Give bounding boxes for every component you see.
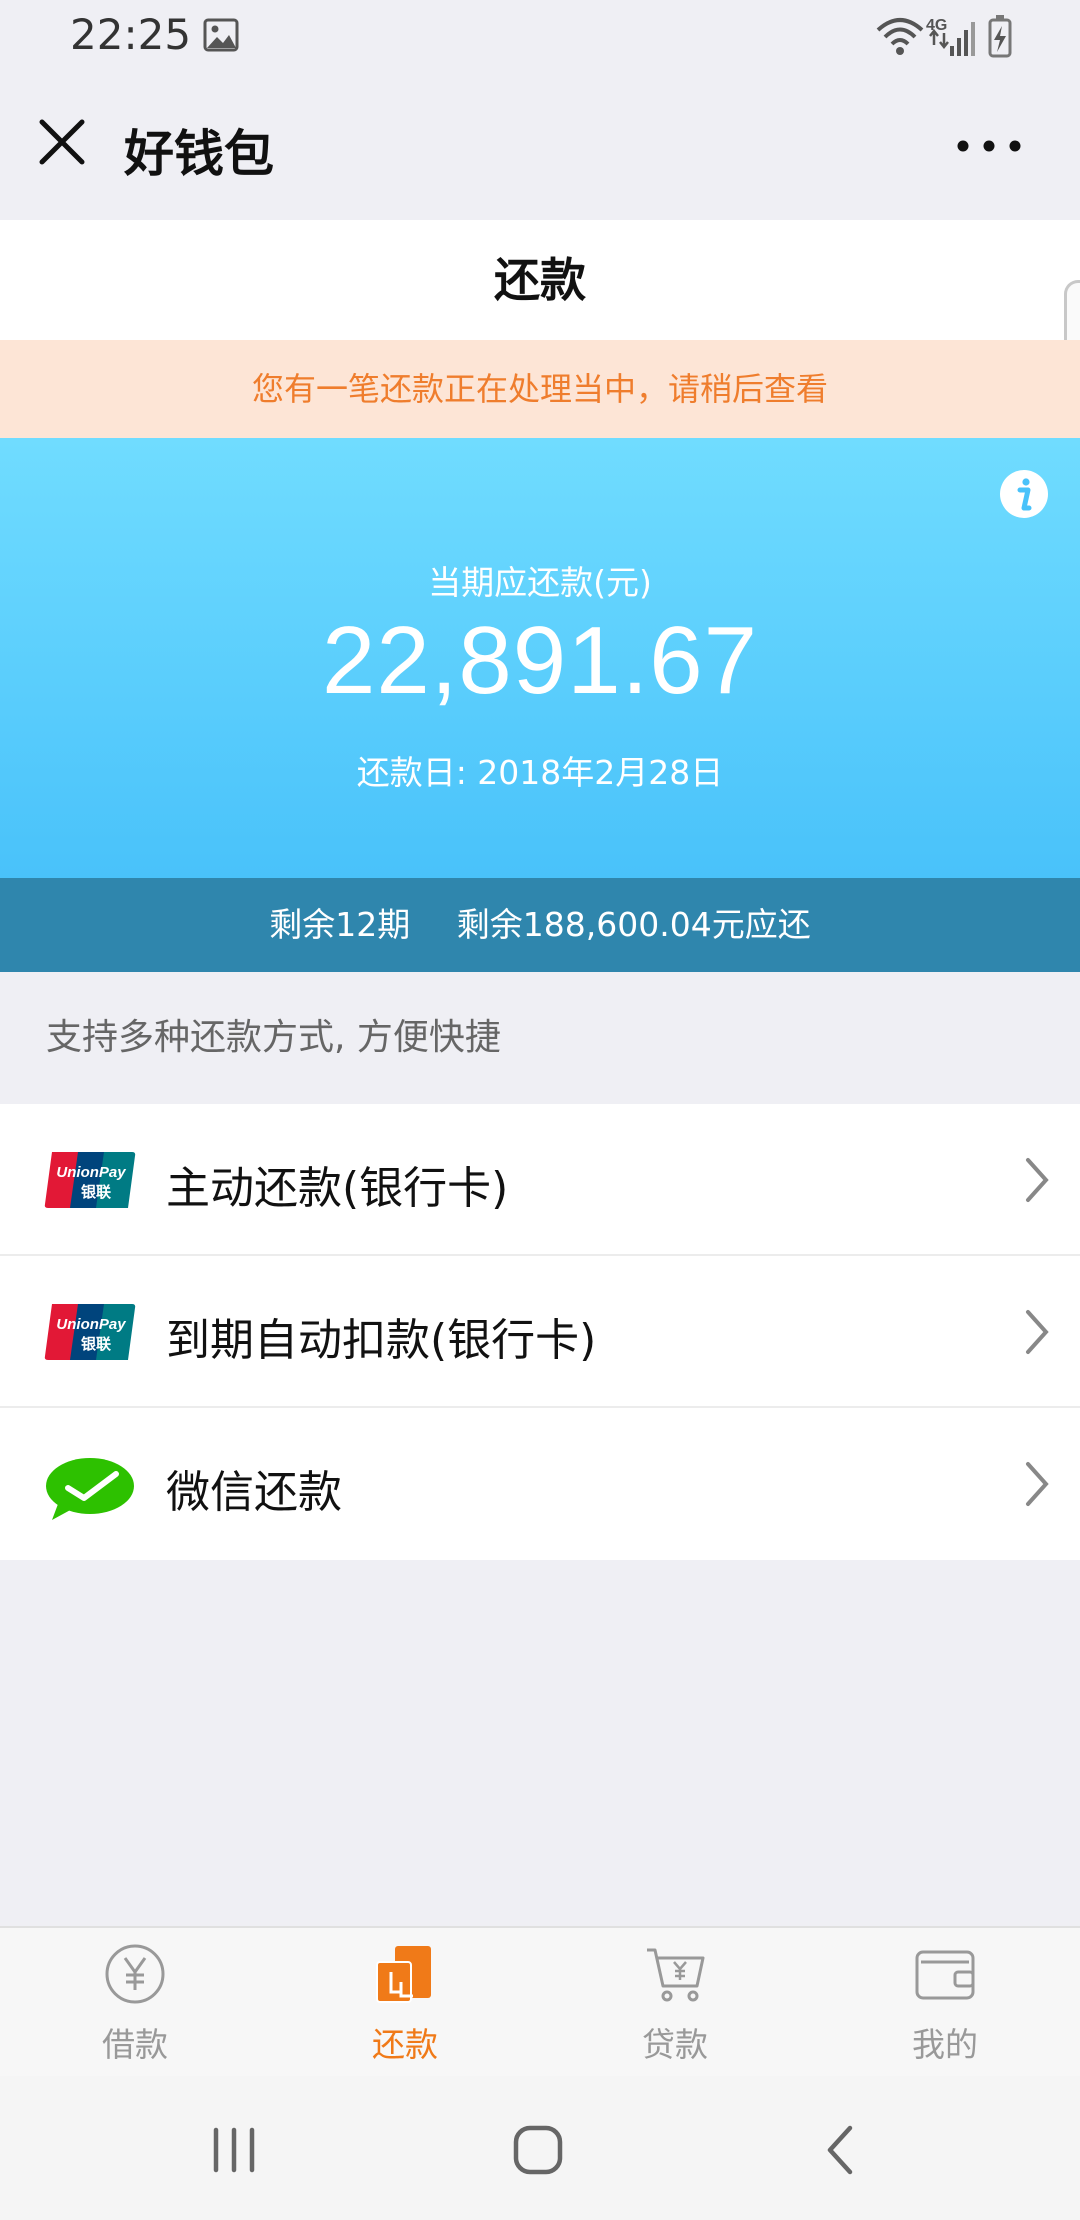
tab-label: 贷款 xyxy=(642,2025,708,2064)
wechat-icon xyxy=(46,1458,134,1520)
tab-mine[interactable]: 我的 xyxy=(810,1928,1080,2078)
page-title: 还款 xyxy=(494,253,586,307)
method-item-active-repay[interactable]: UnionPay 银联 主动还款(银行卡) xyxy=(0,1104,1080,1256)
repay-icon xyxy=(376,1946,431,2003)
amount-value: 22,891.67 xyxy=(321,607,759,714)
tab-borrow[interactable]: 借款 xyxy=(0,1928,270,2078)
app-header: 好钱包 xyxy=(0,74,1080,220)
method-label: 到期自动扣款(银行卡) xyxy=(166,1315,597,1366)
svg-text:UnionPay: UnionPay xyxy=(56,1316,126,1333)
svg-text:4G: 4G xyxy=(926,17,947,34)
page-title-bar: 还款 xyxy=(0,220,1080,340)
close-icon[interactable] xyxy=(34,114,90,170)
remaining-periods: 剩余12期 xyxy=(269,905,411,944)
repayment-card: 当期应还款(元) 22,891.67 还款日: 2018年2月28日 xyxy=(0,438,1080,878)
tab-repay[interactable]: 还款 xyxy=(270,1928,540,2078)
signal-4g-icon: 4G xyxy=(926,17,975,56)
more-icon[interactable] xyxy=(954,134,1024,158)
wallet-icon xyxy=(915,1950,975,2000)
amount-label: 当期应还款(元) xyxy=(428,563,652,602)
remaining-bar: 剩余12期 剩余188,600.04元应还 xyxy=(0,878,1080,972)
recent-apps-icon[interactable] xyxy=(204,2122,264,2178)
method-label: 微信还款 xyxy=(166,1467,342,1518)
due-date: 还款日: 2018年2月28日 xyxy=(356,753,724,792)
method-item-auto-debit[interactable]: UnionPay 银联 到期自动扣款(银行卡) xyxy=(0,1256,1080,1408)
method-item-wechat[interactable]: 微信还款 xyxy=(0,1408,1080,1560)
remaining-amount: 剩余188,600.04元应还 xyxy=(456,905,811,944)
bottom-tab-bar: 借款 还款 贷款 我的 xyxy=(0,1926,1080,2076)
info-icon[interactable] xyxy=(998,468,1050,520)
system-nav-bar xyxy=(0,2076,1080,2220)
method-list: UnionPay 银联 主动还款(银行卡) UnionPay 银联 到期自动扣款… xyxy=(0,1104,1080,1560)
chevron-right-icon xyxy=(1026,1310,1049,1354)
home-icon[interactable] xyxy=(508,2122,568,2178)
processing-notice: 您有一笔还款正在处理当中，请稍后查看 xyxy=(0,340,1080,438)
battery-charging-icon xyxy=(988,15,1012,58)
chevron-right-icon xyxy=(1026,1462,1049,1506)
unionpay-icon: UnionPay 银联 xyxy=(44,1152,136,1208)
svg-text:银联: 银联 xyxy=(81,1183,112,1201)
methods-caption: 支持多种还款方式, 方便快捷 xyxy=(46,1017,501,1058)
tab-label: 借款 xyxy=(102,2025,168,2064)
yen-circle-icon xyxy=(105,1944,165,2004)
wifi-icon xyxy=(876,18,924,55)
cart-icon xyxy=(647,1948,705,2002)
method-label: 主动还款(银行卡) xyxy=(166,1163,509,1214)
back-icon[interactable] xyxy=(812,2122,872,2178)
chevron-right-icon xyxy=(1026,1158,1049,1202)
status-time: 22:25 xyxy=(70,10,192,59)
status-bar: 22:25 4G xyxy=(0,0,1080,74)
svg-text:银联: 银联 xyxy=(81,1335,112,1353)
status-icons: 4G xyxy=(876,15,1012,58)
unionpay-icon: UnionPay 银联 xyxy=(44,1304,136,1360)
gallery-icon xyxy=(203,18,239,52)
tab-label: 我的 xyxy=(912,2025,978,2064)
tab-loan[interactable]: 贷款 xyxy=(540,1928,810,2078)
tab-label: 还款 xyxy=(372,2025,438,2064)
app-title: 好钱包 xyxy=(124,125,274,183)
svg-text:UnionPay: UnionPay xyxy=(56,1164,126,1181)
